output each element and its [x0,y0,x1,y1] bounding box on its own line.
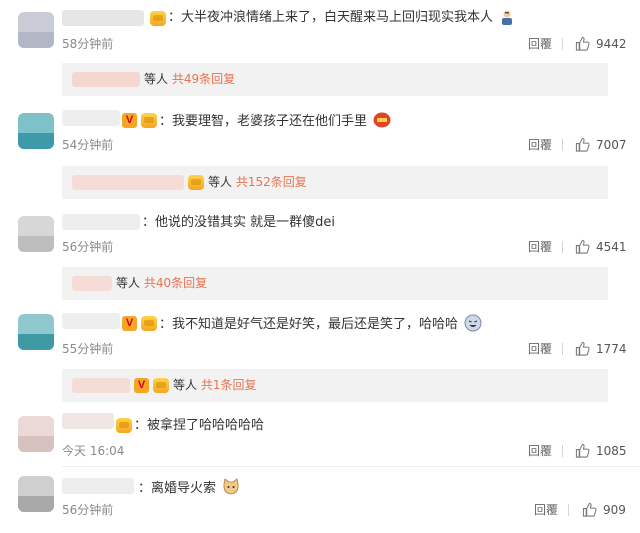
reply-button[interactable]: 回覆 [528,341,552,357]
comment-text: ：我要理智，老婆孩子还在他们手里 [159,111,391,131]
member-crown-icon [153,378,169,393]
thumbs-up-icon [575,239,590,254]
reply-button[interactable]: 回覆 [528,239,552,255]
comment-time: 56分钟前 [62,503,114,517]
like-button[interactable]: 4541 [575,239,627,255]
comment-text: ：我不知道是好气还是好笑，最后还是笑了，哈哈哈 [159,314,482,334]
red-envelope-icon [373,112,391,128]
divider [568,504,569,516]
like-count: 1085 [596,444,627,458]
like-button[interactable]: 7007 [575,137,627,153]
avatar[interactable] [18,113,54,149]
username-blurred [72,72,140,87]
sub-reply-summary: 等人 共40条回复 [116,276,208,290]
sub-reply-summary: 等人 共1条回复 [173,378,257,392]
comment-time: 54分钟前 [62,138,114,152]
sub-reply-summary: 等人 共152条回复 [208,175,307,189]
member-crown-icon [116,418,132,433]
sub-reply-count-link[interactable]: 共152条回复 [236,175,307,189]
username-blurred[interactable] [62,110,120,126]
sub-reply-count-link[interactable]: 共40条回复 [144,276,207,290]
laughing-face-icon [464,314,482,332]
avatar[interactable] [18,476,54,512]
username-blurred [72,276,112,291]
username-blurred[interactable] [62,478,134,494]
like-button[interactable]: 1774 [575,341,627,357]
verified-v-badge: V [134,378,149,393]
username-blurred[interactable] [62,413,114,429]
thumbs-up-icon [575,137,590,152]
thumbs-up-icon [575,443,590,458]
like-count: 4541 [596,240,627,254]
avatar[interactable] [18,314,54,350]
divider [562,241,563,253]
sub-reply-bar[interactable]: 等人 共49条回复 [62,63,608,96]
username-blurred[interactable] [62,10,144,26]
like-count: 909 [603,503,626,517]
avatar[interactable] [18,12,54,48]
thumbs-up-icon [575,341,590,356]
sub-reply-count-link[interactable]: 共49条回复 [172,72,235,86]
member-crown-icon [141,113,157,128]
comment-time: 今天 16:04 [62,444,125,458]
reply-button[interactable]: 回覆 [528,36,552,52]
verified-v-badge: V [122,113,137,128]
like-button[interactable]: 1085 [575,443,627,459]
comment-time: 55分钟前 [62,342,114,356]
cat-face-icon [223,478,239,495]
username-blurred[interactable] [62,214,140,230]
like-count: 7007 [596,138,627,152]
comment-text: ：被拿捏了哈哈哈哈哈 [134,418,265,433]
divider [562,343,563,355]
divider [562,445,563,457]
username-blurred [72,175,184,190]
avatar[interactable] [18,216,54,252]
comment-text: ：他说的没错其实 就是一群傻dei [142,215,336,230]
avatar[interactable] [18,416,54,452]
like-button[interactable]: 909 [582,502,626,518]
like-button[interactable]: 9442 [575,36,627,52]
divider [562,38,563,50]
separator [62,466,640,467]
reply-button[interactable]: 回覆 [528,443,552,459]
verified-v-badge: V [122,316,137,331]
reply-button[interactable]: 回覆 [534,502,558,518]
comment-text: ：离婚导火索 [138,478,240,498]
sub-reply-bar[interactable]: 等人 共152条回复 [62,166,608,199]
like-count: 1774 [596,342,627,356]
thumbs-up-icon [575,36,590,51]
username-blurred[interactable] [62,313,120,329]
sub-reply-bar[interactable]: V 等人 共1条回复 [62,369,608,402]
member-crown-icon [188,175,204,190]
sub-reply-count-link[interactable]: 共1条回复 [201,378,257,392]
like-count: 9442 [596,37,627,51]
username-blurred [72,378,130,393]
comment-time: 56分钟前 [62,240,114,254]
person-facepalm-icon [502,10,513,25]
comment-text: ：大半夜冲浪情绪上来了，白天醒来马上回归现实我本人 [168,9,515,27]
comment-time: 58分钟前 [62,37,114,51]
sub-reply-bar[interactable]: 等人 共40条回复 [62,267,608,300]
thumbs-up-icon [582,502,597,517]
reply-button[interactable]: 回覆 [528,137,552,153]
divider [562,139,563,151]
member-crown-icon [150,11,166,26]
member-crown-icon [141,316,157,331]
sub-reply-summary: 等人 共49条回复 [144,72,236,86]
